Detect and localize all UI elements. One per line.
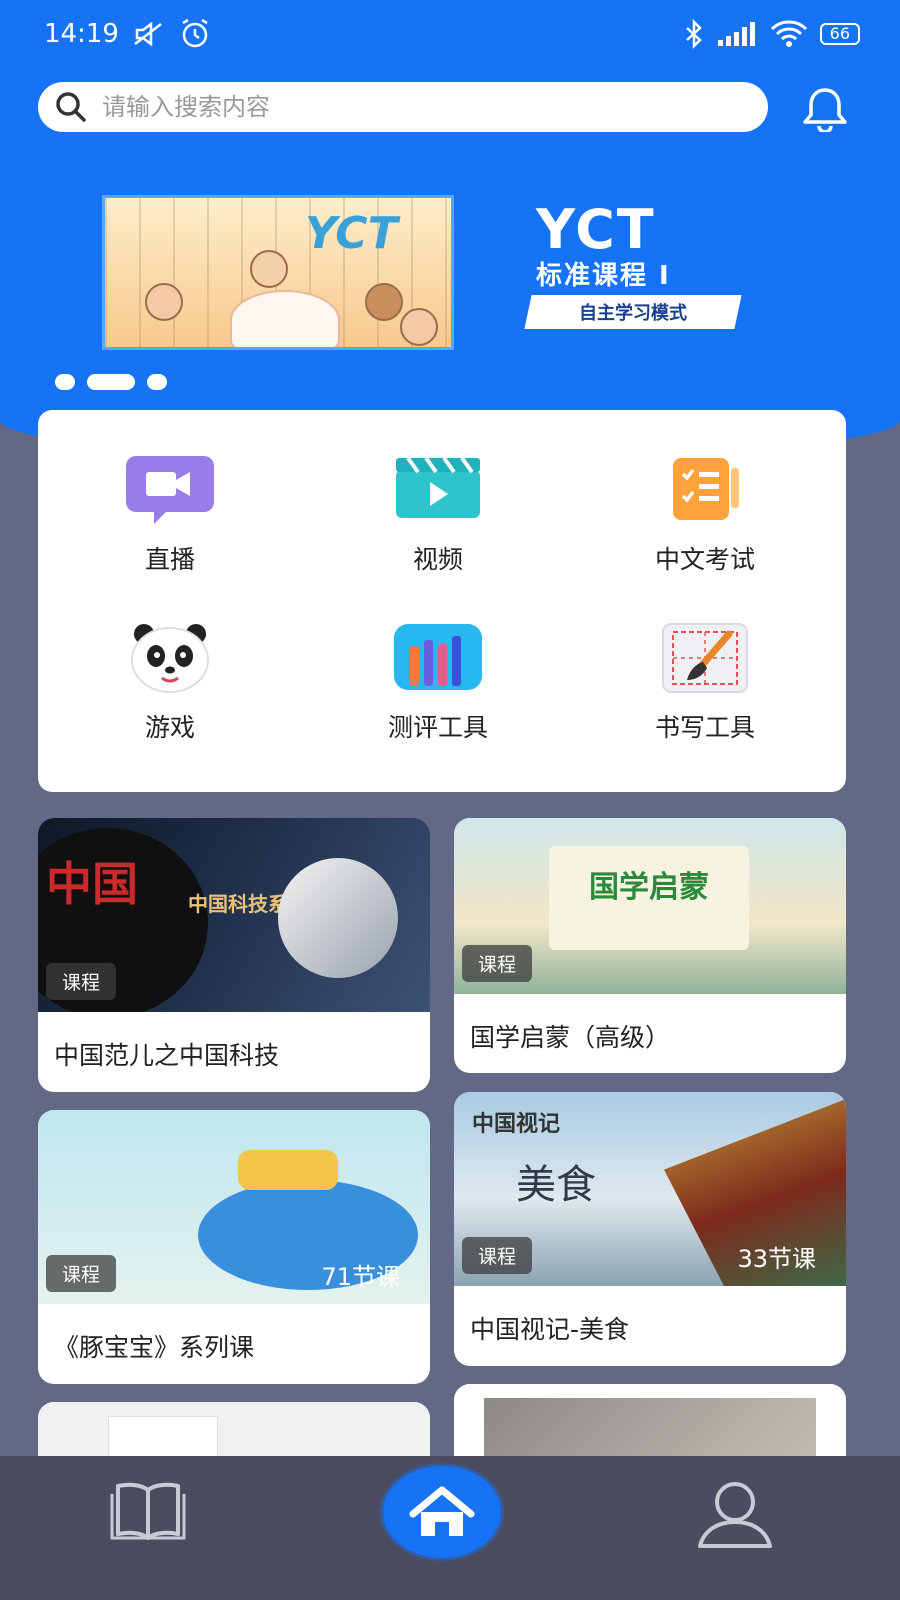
video-clapper-icon bbox=[392, 454, 484, 526]
exam-checklist-icon bbox=[659, 454, 751, 526]
banner-tag: 自主学习模式 bbox=[524, 295, 742, 329]
signal-icon bbox=[717, 22, 755, 46]
battery-icon: 66 bbox=[819, 23, 860, 45]
home-button[interactable] bbox=[383, 1466, 501, 1558]
battery-level: 66 bbox=[829, 24, 850, 43]
menu-item-label: 视频 bbox=[412, 545, 463, 574]
carousel-dot-active[interactable] bbox=[87, 374, 135, 390]
search-icon bbox=[56, 92, 86, 122]
thumbnail-text: 国学启蒙 bbox=[589, 870, 709, 905]
thumbnail-calligraphy: 美食 bbox=[516, 1162, 596, 1208]
menu-item-label: 书写工具 bbox=[654, 713, 755, 742]
menu-item-live[interactable]: 直播 bbox=[70, 454, 270, 576]
book-icon[interactable] bbox=[108, 1480, 188, 1540]
banner-cake bbox=[230, 290, 340, 347]
home-icon bbox=[409, 1486, 475, 1536]
menu-item-label: 中文考试 bbox=[654, 545, 755, 574]
thumbnail-scroll: 国学启蒙 bbox=[549, 846, 749, 950]
assessment-bars-icon bbox=[392, 622, 484, 694]
banner-image-logo: YCT bbox=[305, 208, 398, 259]
wifi-icon bbox=[770, 20, 807, 47]
course-badge: 课程 bbox=[462, 945, 533, 982]
thumbnail-satellite bbox=[278, 858, 398, 978]
carousel-dots bbox=[55, 374, 167, 390]
course-thumbnail: 国学启蒙 课程 bbox=[454, 818, 846, 994]
banner-title: YCT bbox=[536, 198, 656, 261]
banner-kid bbox=[365, 283, 403, 321]
banner-kid bbox=[145, 283, 183, 321]
banner-tag-label: 自主学习模式 bbox=[579, 303, 687, 324]
course-card[interactable]: 国学启蒙 课程 国学启蒙（高级） bbox=[454, 818, 846, 1073]
banner-kid bbox=[400, 308, 438, 346]
brush-writing-icon bbox=[659, 622, 751, 694]
bell-icon[interactable] bbox=[800, 86, 850, 132]
thumbnail-cart bbox=[238, 1150, 338, 1190]
banner-subtitle: 标准课程 I bbox=[536, 261, 671, 291]
menu-item-label: 直播 bbox=[144, 545, 195, 574]
menu-item-assessment[interactable]: 测评工具 bbox=[338, 622, 538, 744]
feature-menu: 直播 视频 中文考试 游戏 测评工具 书写工具 bbox=[38, 410, 846, 792]
course-thumbnail: 中国 中国科技系列 课程 bbox=[38, 818, 430, 1012]
course-card[interactable]: 中国视记 美食 课程 33节课 中国视记-美食 bbox=[454, 1092, 846, 1366]
course-title: 《豚宝宝》系列课 bbox=[54, 1333, 255, 1362]
menu-item-exam[interactable]: 中文考试 bbox=[605, 454, 805, 576]
course-title: 中国视记-美食 bbox=[470, 1315, 630, 1344]
menu-item-writing[interactable]: 书写工具 bbox=[605, 622, 805, 744]
carousel-dot[interactable] bbox=[147, 374, 167, 390]
status-time: 14:19 bbox=[44, 19, 119, 49]
thumbnail-text: 中国视记 bbox=[472, 1112, 561, 1137]
carousel-dot[interactable] bbox=[55, 374, 75, 390]
live-video-icon bbox=[124, 454, 216, 526]
course-card[interactable]: 中国 中国科技系列 课程 中国范儿之中国科技 bbox=[38, 818, 430, 1092]
course-title: 中国范儿之中国科技 bbox=[54, 1041, 280, 1070]
status-bar: 14:19 66 bbox=[44, 14, 860, 54]
course-thumbnail: 课程 71节课 bbox=[38, 1110, 430, 1304]
course-badge: 课程 bbox=[462, 1237, 533, 1274]
course-lessons: 33节课 bbox=[737, 1245, 816, 1273]
menu-item-label: 测评工具 bbox=[387, 713, 488, 742]
course-badge: 课程 bbox=[46, 963, 117, 1000]
bluetooth-icon bbox=[685, 19, 702, 49]
course-badge: 课程 bbox=[46, 1255, 117, 1292]
alarm-icon bbox=[182, 19, 208, 48]
course-title: 国学启蒙（高级） bbox=[470, 1023, 671, 1052]
menu-item-label: 游戏 bbox=[144, 713, 195, 742]
menu-item-game[interactable]: 游戏 bbox=[70, 622, 270, 744]
search-bar[interactable] bbox=[38, 82, 768, 132]
course-lessons: 71节课 bbox=[321, 1263, 400, 1291]
user-icon[interactable] bbox=[694, 1478, 776, 1550]
banner-kid bbox=[250, 250, 288, 288]
thumbnail-logo: 中国 bbox=[46, 857, 138, 911]
banner-image[interactable]: YCT bbox=[102, 195, 454, 350]
mute-icon bbox=[134, 21, 162, 47]
panda-game-icon bbox=[124, 622, 216, 694]
course-thumbnail: 中国视记 美食 课程 33节课 bbox=[454, 1092, 846, 1286]
course-card[interactable]: 课程 71节课 《豚宝宝》系列课 bbox=[38, 1110, 430, 1384]
menu-item-video[interactable]: 视频 bbox=[338, 454, 538, 576]
search-input[interactable] bbox=[102, 93, 722, 121]
